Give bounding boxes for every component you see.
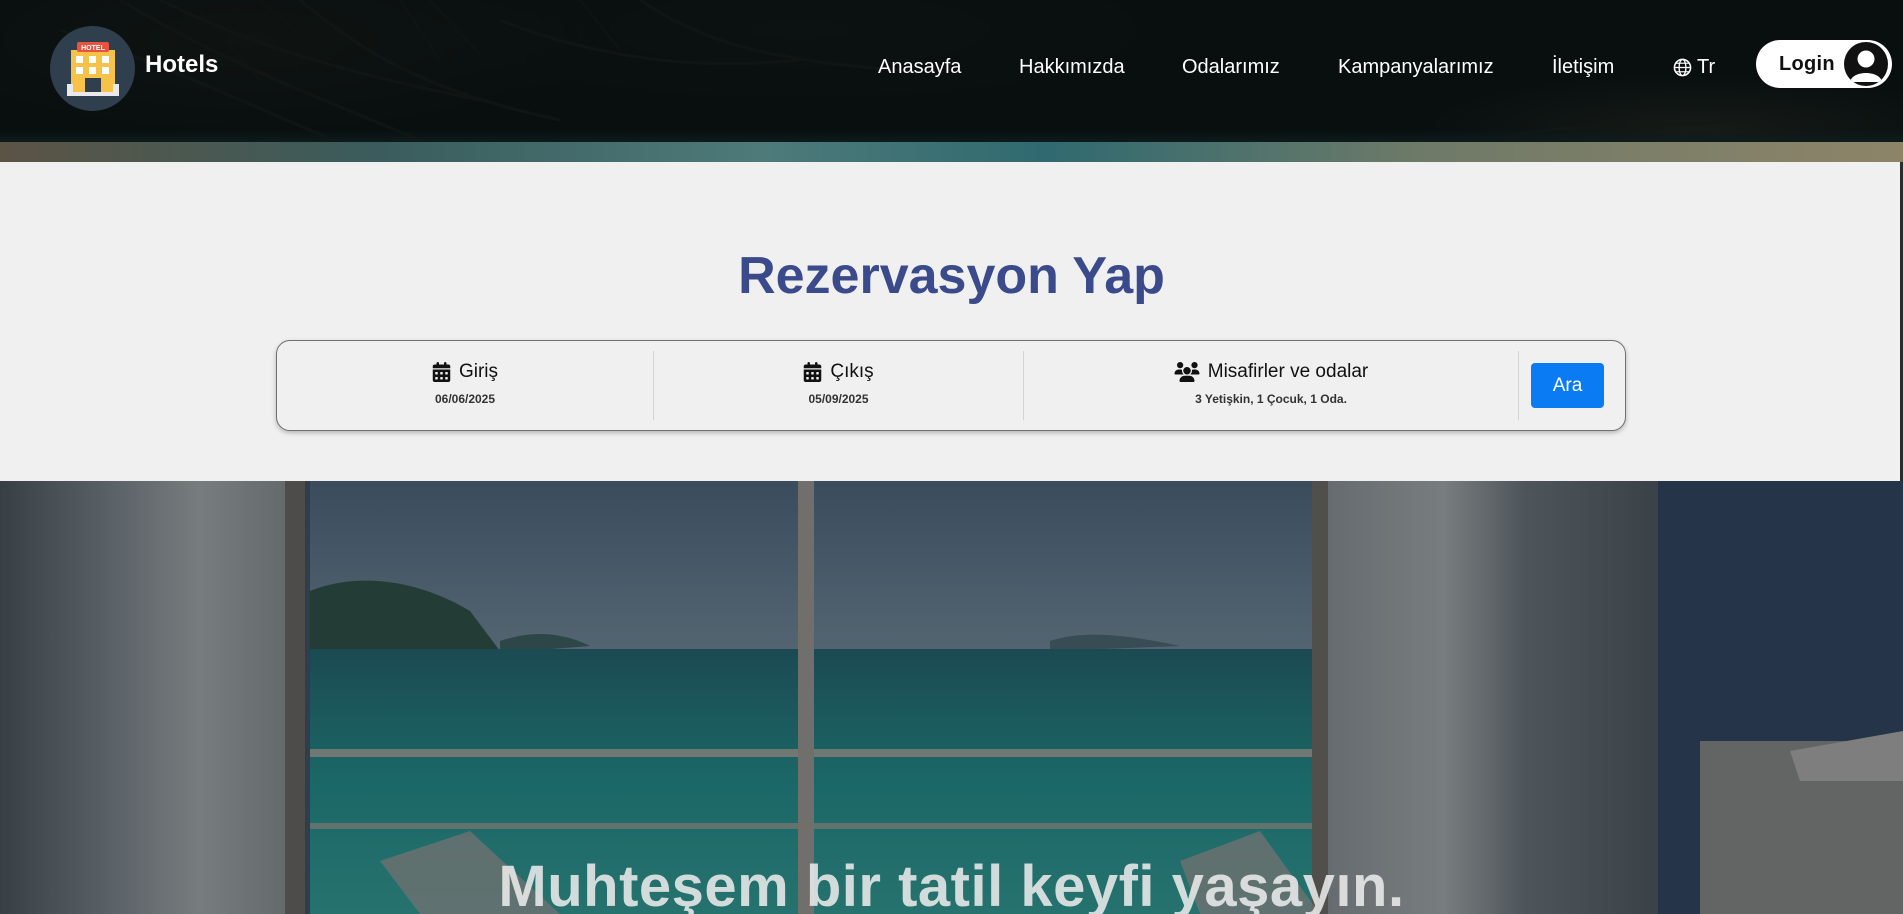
login-label: Login [1779, 52, 1835, 75]
nav-about[interactable]: Hakkımızda [1019, 56, 1125, 79]
site-header: HOTEL Hotels Anasayfa Hakkımızda Odaları… [0, 0, 1903, 162]
nav-campaigns[interactable]: Kampanyalarımız [1338, 56, 1494, 79]
checkin-field[interactable]: Giriş 06/06/2025 [277, 341, 653, 430]
users-icon [1174, 362, 1200, 382]
nav-contact[interactable]: İletişim [1552, 56, 1614, 79]
hotel-building-icon: HOTEL [66, 41, 119, 96]
hero-headline: Muhteşem bir tatil keyfi yaşayın. [498, 854, 1405, 914]
checkout-value: 05/09/2025 [808, 392, 869, 406]
nav-home[interactable]: Anasayfa [878, 56, 961, 79]
checkout-field[interactable]: Çıkış 05/09/2025 [654, 341, 1023, 430]
booking-bar: Giriş 06/06/2025 Çıkış 05/09/2025 Misafi… [276, 340, 1626, 431]
guests-value: 3 Yetişkin, 1 Çocuk, 1 Oda. [1195, 392, 1347, 406]
guests-field[interactable]: Misafirler ve odalar 3 Yetişkin, 1 Çocuk… [1024, 341, 1518, 430]
user-avatar-icon [1844, 42, 1888, 86]
hero-section: Muhteşem bir tatil keyfi yaşayın. [0, 481, 1903, 914]
header-image-strip [0, 142, 1903, 162]
login-button[interactable]: Login [1756, 40, 1892, 88]
language-label: Tr [1697, 56, 1716, 78]
checkin-label: Giriş [458, 361, 499, 382]
brand-name[interactable]: Hotels [145, 51, 218, 79]
field-divider [1518, 351, 1519, 420]
calendar-icon [804, 362, 822, 382]
hero-background-image [0, 481, 1903, 914]
language-selector[interactable]: Tr [1673, 56, 1715, 79]
hotel-logo[interactable]: HOTEL [50, 26, 135, 111]
logo-sign-text: HOTEL [81, 45, 105, 52]
search-button[interactable]: Ara [1531, 363, 1604, 408]
checkout-label: Çıkış [830, 361, 874, 382]
reservation-title: Rezervasyon Yap [738, 247, 1165, 305]
guests-label: Misafirler ve odalar [1207, 361, 1369, 382]
checkin-value: 06/06/2025 [434, 392, 496, 406]
globe-icon [1673, 58, 1692, 77]
reservation-section: Rezervasyon Yap Giriş 06/06/2025 Çıkış 0… [0, 162, 1903, 481]
calendar-icon [432, 362, 451, 382]
nav-rooms[interactable]: Odalarımız [1182, 56, 1280, 79]
